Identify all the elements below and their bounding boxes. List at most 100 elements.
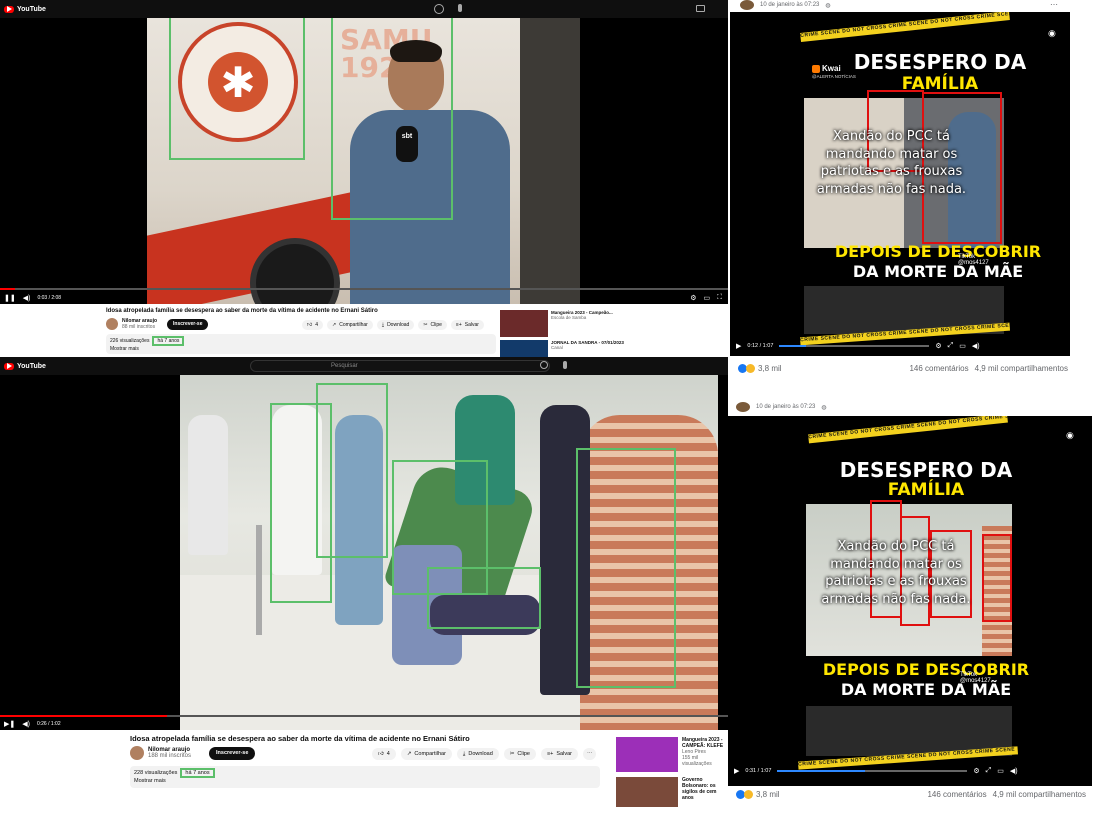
haha-reaction-icon [746, 364, 755, 373]
action-row: 👍︎ 4 ↗ Compartilhar ⤓ Download ✂ Clipe ≡+ Sal… [372, 748, 597, 760]
pip-icon[interactable]: ▭ [959, 342, 966, 350]
video-player[interactable]: ▶❚ ◀) 0:26 / 1:02 [0, 375, 728, 730]
view-count: 228 visualizações [134, 770, 178, 776]
fullscreen-icon[interactable]: ⤢ [986, 767, 992, 775]
play-icon[interactable]: ▶ [734, 767, 739, 775]
description-box[interactable]: 228 visualizações há 7 anos Mostrar mais [130, 766, 600, 788]
reaction-count[interactable]: 3,8 mil [738, 364, 782, 373]
theater-icon[interactable]: ▭ [703, 294, 710, 302]
recommended-thumbnail [616, 737, 678, 772]
mic-icon[interactable] [458, 4, 462, 12]
save-button[interactable]: ≡+ Salvar [540, 748, 578, 760]
headline-familia: FAMÍLIA [887, 480, 965, 500]
video-controls: ❚❚ ◀) 0:03 / 2:08 ⚙ ▭ ⛶ [0, 291, 728, 304]
post-date[interactable]: 10 de janeiro às 07:23 [760, 2, 819, 8]
youtube-panel-bottom: YouTube Pesquisar ▶❚ ◀) 0:26 / 1:02 Idos… [0, 357, 728, 813]
youtube-logo-text: YouTube [17, 5, 46, 13]
recommended-item[interactable]: Mangueira 2023 - CAMPEÃ: KLEFE Leno Pires… [616, 737, 726, 772]
recommended-item[interactable]: JORNAL DA SANDRA - 07/01/2023 Canal [500, 340, 624, 357]
post-date[interactable]: 10 de janeiro às 07:23 [756, 404, 815, 410]
search-icon[interactable] [540, 361, 548, 369]
fullscreen-icon[interactable]: ⛶ [717, 294, 722, 302]
video-progress[interactable] [777, 770, 968, 772]
fullscreen-icon[interactable]: ⤢ [948, 342, 954, 350]
show-more[interactable]: Mostrar mais [134, 778, 596, 784]
settings-icon[interactable]: ⚙ [935, 342, 941, 350]
download-button[interactable]: ⤓ Download [456, 748, 499, 760]
match-box-striped-shirt [982, 534, 1012, 622]
volume-icon[interactable]: ◀) [1010, 767, 1018, 775]
queue-stanchion [256, 525, 262, 635]
download-button[interactable]: ⤓ Download [376, 320, 415, 330]
channel-row: Nilomar araujo 188 mil inscritos Inscrev… [130, 746, 256, 760]
play-pause-icon[interactable]: ❚❚ [4, 294, 16, 302]
eye-icon[interactable]: ◉ [1048, 28, 1056, 39]
youtube-logo[interactable]: YouTube [4, 5, 46, 13]
subscribe-button[interactable]: Inscrever-se [167, 318, 209, 330]
download-icon: ⤓ [462, 750, 466, 757]
subscribe-button[interactable]: Inscrever-se [209, 746, 256, 760]
share-count[interactable]: 4,9 mil compartilhamentos [993, 790, 1086, 799]
save-button[interactable]: ≡+ Salvar [450, 320, 484, 330]
reaction-count[interactable]: 3,8 mil [736, 790, 780, 799]
search-icon[interactable] [434, 4, 444, 14]
post-header: 10 de janeiro às 07:23 ◍ [736, 402, 827, 412]
upload-age: há 7 anos [152, 336, 185, 346]
search-input[interactable]: Pesquisar [250, 360, 550, 372]
comment-count[interactable]: 146 comentários [927, 790, 986, 799]
headline-top: DESESPERO DA [853, 50, 1027, 74]
like-button[interactable]: 👍︎ 4 [302, 320, 324, 330]
mic-icon[interactable] [563, 361, 567, 369]
haha-reaction-icon [744, 790, 753, 799]
recommended-item[interactable]: Mangueira 2023 - Campeão... Escola de Sam… [500, 310, 613, 337]
post-menu-icon[interactable]: ⋯ [1050, 0, 1058, 9]
caption-overlay: Xandão do PCC tá mandando matar os patri… [821, 539, 971, 607]
globe-icon: ◍ [821, 404, 827, 411]
match-box-reporter [331, 18, 453, 220]
comment-count[interactable]: 146 comentários [909, 364, 968, 373]
settings-icon[interactable]: ⚙ [690, 294, 696, 302]
post-video[interactable]: CRIME SCENE DO NOT CROSS CRIME SCENE DO … [728, 416, 1092, 786]
author-avatar[interactable] [736, 402, 750, 412]
video-progress[interactable] [0, 288, 728, 290]
share-count[interactable]: 4,9 mil compartilhamentos [975, 364, 1068, 373]
video-progress[interactable] [0, 715, 728, 717]
post-video[interactable]: CRIME SCENE DO NOT CROSS CRIME SCENE DO … [730, 12, 1070, 356]
pip-icon[interactable]: ▭ [997, 767, 1004, 775]
post-header: 10 de janeiro às 07:23 ◍ [740, 0, 831, 10]
like-button[interactable]: 👍︎ 4 [372, 748, 396, 760]
play-pause-icon[interactable]: ▶❚ [4, 720, 15, 728]
upload-age: há 7 anos [180, 768, 215, 778]
eye-icon[interactable]: ◉ [1066, 430, 1074, 441]
share-button[interactable]: ↗ Compartilhar [327, 320, 373, 330]
youtube-play-icon [4, 362, 14, 370]
channel-avatar[interactable] [130, 746, 144, 760]
youtube-topbar: YouTube [0, 0, 728, 18]
tiktok-watermark: TikTok @mos4127 [960, 672, 991, 684]
author-avatar[interactable] [740, 0, 754, 10]
channel-avatar[interactable] [106, 318, 118, 330]
video-controls: ▶❚ ◀) 0:26 / 1:02 [0, 718, 728, 730]
youtube-panel-top: YouTube ✱ SAMU 192 sbt ❚❚ ◀) 0:03 / 2:08… [0, 0, 728, 357]
description-box[interactable]: 226 visualizações há 7 anos Mostrar mais [106, 334, 496, 354]
recommended-item[interactable]: Governo Bolsonaro: os sigilos de cem ano… [616, 777, 726, 807]
match-box-floor [427, 567, 541, 629]
show-more[interactable]: Mostrar mais [110, 346, 492, 352]
video-progress[interactable] [779, 345, 930, 347]
video-player[interactable]: ✱ SAMU 192 sbt ❚❚ ◀) 0:03 / 2:08 ⚙ ▭ ⛶ [0, 18, 728, 304]
youtube-logo[interactable]: YouTube [4, 362, 46, 370]
share-button[interactable]: ↗ Compartilhar [400, 748, 452, 760]
post-stats: 3,8 mil 146 comentários 4,9 mil comparti… [738, 364, 1068, 373]
settings-icon[interactable]: ⚙ [973, 767, 979, 775]
globe-icon: ◍ [825, 2, 831, 9]
volume-icon[interactable]: ◀) [972, 342, 980, 350]
headline-morte: DA MORTE DA MÃE [840, 680, 1012, 699]
clip-button[interactable]: ✂ Clipe [503, 748, 536, 760]
play-icon[interactable]: ▶ [736, 342, 741, 350]
clip-button[interactable]: ✂ Clipe [418, 320, 447, 330]
more-actions-icon[interactable]: ⋯ [582, 748, 597, 760]
volume-icon[interactable]: ◀) [23, 294, 31, 302]
cast-icon[interactable] [696, 5, 705, 12]
video-controls: ▶ 0:12 / 1:07 ⚙ ⤢ ▭ ◀) [730, 340, 1070, 352]
volume-icon[interactable]: ◀) [22, 720, 30, 728]
